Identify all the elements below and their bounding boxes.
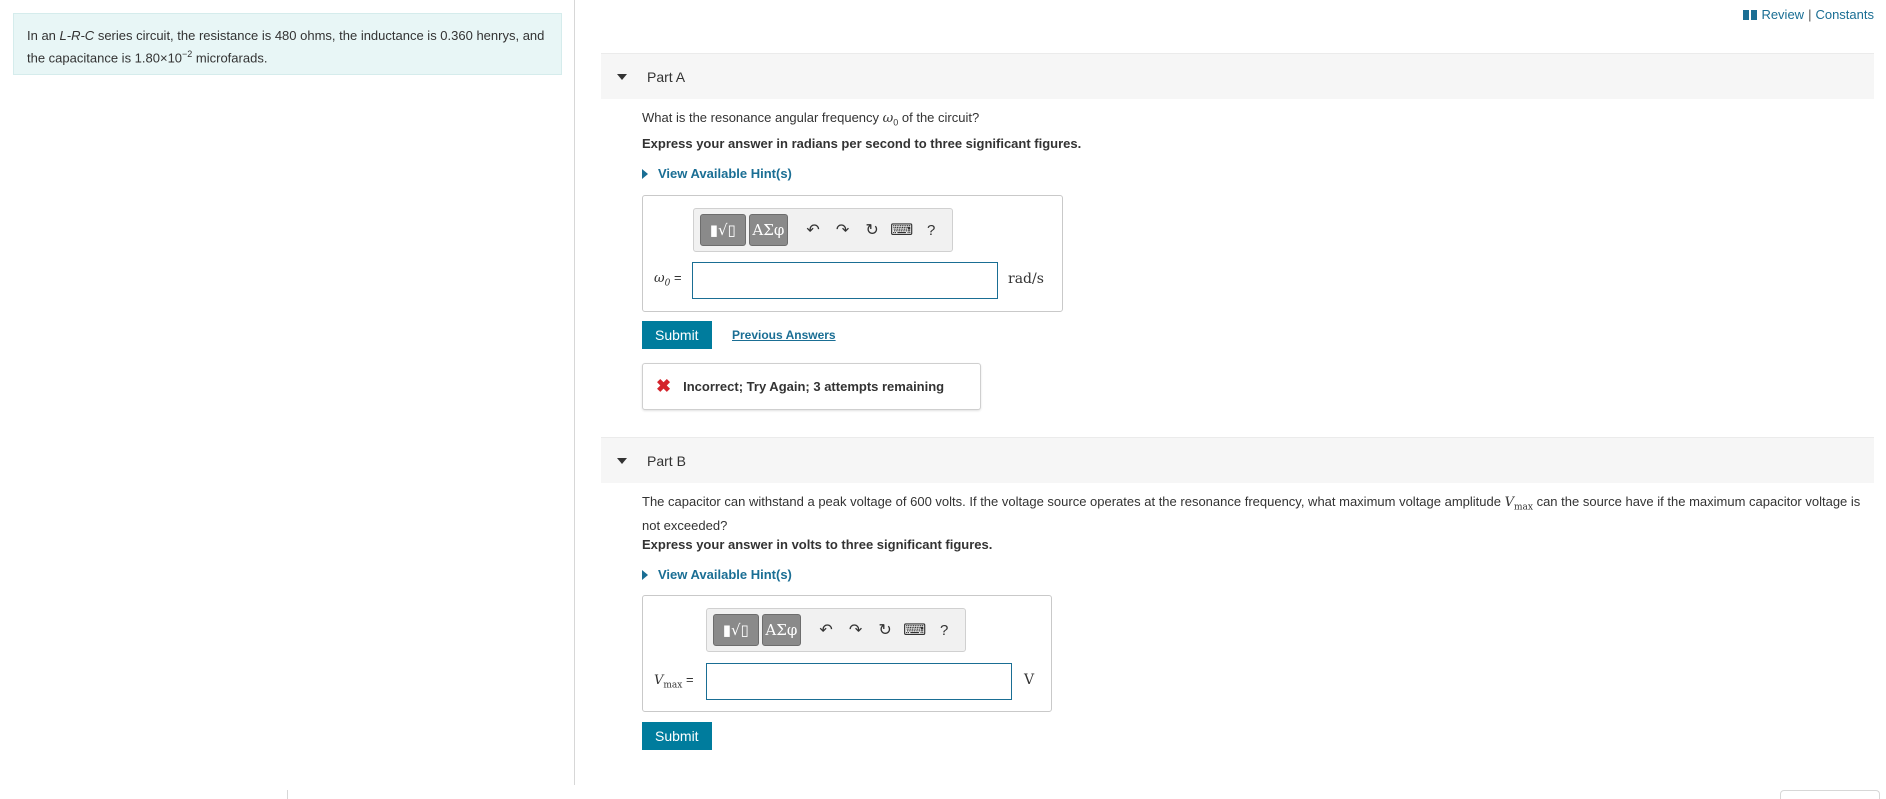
greek-symbols-button[interactable]: ΑΣφ xyxy=(761,614,802,646)
collapse-triangle-icon xyxy=(617,73,627,80)
part-b-variable-label: Vmax = xyxy=(654,672,694,691)
greek-symbols-button[interactable]: ΑΣφ xyxy=(748,214,789,246)
redo-icon[interactable]: ↷ xyxy=(841,614,871,646)
part-a-answer-box: ▮√▯ ΑΣφ ↶ ↷ ↻ ⌨ ? ω0 = rad/s xyxy=(642,195,1063,312)
part-b-submit-button[interactable]: Submit xyxy=(642,722,712,750)
review-link[interactable]: Review xyxy=(1761,7,1804,22)
part-a-question: What is the resonance angular frequency … xyxy=(642,109,979,132)
help-icon[interactable]: ? xyxy=(916,214,946,246)
part-a-submit-button[interactable]: Submit xyxy=(642,321,712,349)
help-icon[interactable]: ? xyxy=(929,614,959,646)
previous-answers-link[interactable]: Previous Answers xyxy=(732,328,836,342)
undo-icon[interactable]: ↶ xyxy=(798,214,828,246)
keyboard-icon[interactable]: ⌨ xyxy=(887,214,917,246)
statement-suffix: microfarads. xyxy=(192,50,268,66)
part-a-hint-label: View Available Hint(s) xyxy=(658,166,792,181)
template-button[interactable]: ▮√▯ xyxy=(713,614,759,646)
part-a-feedback: ✖ Incorrect; Try Again; 3 attempts remai… xyxy=(642,363,981,410)
part-a-title: Part A xyxy=(647,68,686,85)
bottom-divider xyxy=(287,790,288,799)
statement-prefix: In an xyxy=(27,28,60,43)
part-b-question: The capacitor can withstand a peak volta… xyxy=(642,493,1872,534)
part-b-math-toolbar: ▮√▯ ΑΣφ ↶ ↷ ↻ ⌨ ? xyxy=(706,608,966,652)
statement-circuit: L-R-C xyxy=(59,28,95,43)
part-b-question-text: The capacitor can withstand a peak volta… xyxy=(642,494,1505,509)
expand-triangle-icon xyxy=(642,168,648,179)
part-b-hint-toggle[interactable]: View Available Hint(s) xyxy=(642,567,792,582)
part-a-var: ω xyxy=(654,271,665,286)
problem-pane: In an L-R-C series circuit, the resistan… xyxy=(0,0,575,785)
problem-statement: In an L-R-C series circuit, the resistan… xyxy=(13,13,562,75)
link-separator: | xyxy=(1808,7,1812,22)
part-a-unit: rad/s xyxy=(1008,271,1044,287)
part-a-question-var: ω xyxy=(882,111,894,126)
constants-link[interactable]: Constants xyxy=(1815,7,1874,22)
part-a-eq: = xyxy=(670,270,682,285)
part-a-answer-input[interactable] xyxy=(692,262,998,299)
reset-icon[interactable]: ↻ xyxy=(870,614,900,646)
collapse-triangle-icon xyxy=(617,457,627,464)
undo-icon[interactable]: ↶ xyxy=(811,614,841,646)
incorrect-x-icon: ✖ xyxy=(656,376,672,396)
part-a-math-toolbar: ▮√▯ ΑΣφ ↶ ↷ ↻ ⌨ ? xyxy=(693,208,953,252)
part-b-var: V xyxy=(654,673,664,688)
part-b-answer-input[interactable] xyxy=(706,663,1012,700)
keyboard-icon[interactable]: ⌨ xyxy=(900,614,930,646)
part-b-instruction: Express your answer in volts to three si… xyxy=(642,537,993,552)
part-a-header[interactable]: Part A xyxy=(601,53,1874,99)
part-a-instruction: Express your answer in radians per secon… xyxy=(642,136,1082,151)
redo-icon[interactable]: ↷ xyxy=(828,214,858,246)
reset-icon[interactable]: ↻ xyxy=(857,214,887,246)
part-a-feedback-text: Incorrect; Try Again; 3 attempts remaini… xyxy=(683,379,945,394)
statement-middle: series circuit, the resistance is 480 oh… xyxy=(27,28,545,66)
part-b-question-var: V xyxy=(1504,495,1514,510)
top-links: Review | Constants xyxy=(1743,7,1874,22)
part-b-var-sub: max xyxy=(663,680,683,691)
part-a-variable-label: ω0 = xyxy=(654,270,682,289)
part-b-title: Part B xyxy=(647,452,686,469)
book-icon xyxy=(1743,9,1758,20)
part-b-header[interactable]: Part B xyxy=(601,437,1874,483)
part-b-eq: = xyxy=(682,672,694,687)
part-a-question-tail: of the circuit? xyxy=(898,110,980,125)
part-b-hint-label: View Available Hint(s) xyxy=(658,567,792,582)
statement-exponent: −2 xyxy=(182,49,193,59)
part-b-unit: V xyxy=(1024,672,1035,688)
part-a-hint-toggle[interactable]: View Available Hint(s) xyxy=(642,166,792,181)
expand-triangle-icon xyxy=(642,569,648,580)
part-b-question-sub: max xyxy=(1513,502,1533,513)
part-a-question-text: What is the resonance angular frequency xyxy=(642,110,883,125)
part-b-answer-box: ▮√▯ ΑΣφ ↶ ↷ ↻ ⌨ ? Vmax = V xyxy=(642,595,1052,712)
bottom-tab xyxy=(1780,790,1880,799)
template-button[interactable]: ▮√▯ xyxy=(700,214,746,246)
